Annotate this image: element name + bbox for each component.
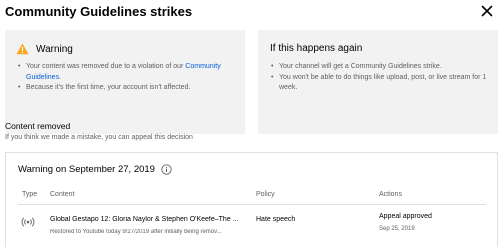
policy-value: Hate speech [256, 216, 296, 223]
again-card-title: If this happens again [270, 43, 363, 54]
if-happens-again-card: If this happens again Your channel will … [258, 30, 498, 134]
again-card-header: If this happens again [270, 43, 362, 54]
content-title[interactable]: Global Gestapo 12: Gloria Naylor & Steph… [50, 216, 250, 223]
again-bullet-1: Your channel will get a Community Guidel… [271, 62, 489, 73]
column-header-content: Content [50, 191, 75, 198]
warning-bullet-1: Your content was removed due to a violat… [18, 62, 236, 83]
content-description: Restored to Youtube today 9/27/2019 afte… [50, 229, 222, 235]
content-removed-heading: Content removed [5, 121, 71, 131]
info-icon[interactable] [161, 164, 172, 175]
warning-card: Warning Your content was removed due to … [5, 30, 245, 134]
warning-date-title: Warning on September 27, 2019 [18, 164, 155, 175]
warning-card-title: Warning [36, 43, 73, 55]
table-divider [18, 204, 486, 205]
warning-card-header: Warning [16, 43, 73, 55]
live-broadcast-icon [21, 217, 35, 227]
warning-panel: Warning on September 27, 2019 Type Conte… [5, 152, 498, 247]
column-header-actions: Actions [379, 191, 402, 198]
again-bullet-2: You won't be able to do things like uplo… [271, 73, 489, 94]
close-button[interactable] [479, 3, 495, 19]
appeal-status: Appeal approved [379, 213, 432, 220]
dialog-header: Community Guidelines strikes [5, 4, 495, 22]
column-header-type: Type [22, 191, 38, 198]
warning-triangle-icon [16, 43, 29, 55]
warning-bullet-2: Because it's the first time, your accoun… [18, 83, 236, 94]
again-card-bullets: Your channel will get a Community Guidel… [271, 62, 489, 94]
appeal-date: Sep 25, 2019 [379, 226, 415, 232]
dialog-title: Community Guidelines strikes [5, 4, 193, 19]
close-icon [481, 5, 493, 17]
warning-card-bullets: Your content was removed due to a violat… [18, 62, 236, 94]
column-header-policy: Policy [256, 191, 275, 198]
appeal-hint-text: If you think we made a mistake, you can … [5, 134, 193, 141]
warning-panel-header: Warning on September 27, 2019 [18, 164, 172, 175]
